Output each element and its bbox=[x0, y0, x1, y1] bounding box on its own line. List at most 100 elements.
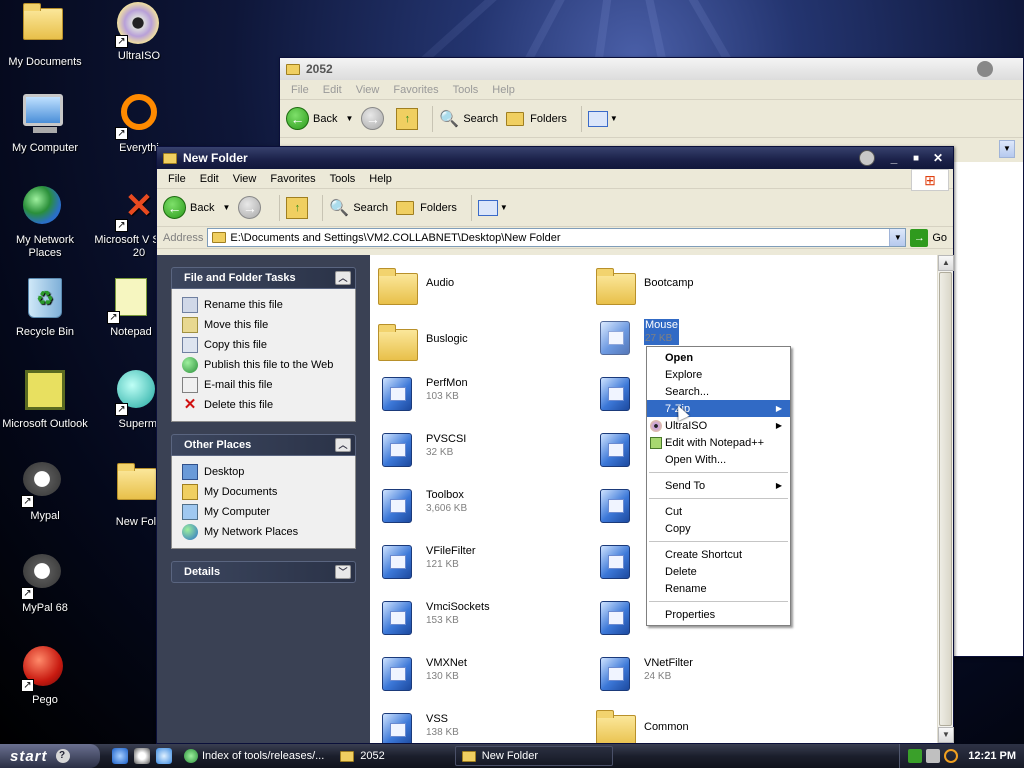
menu-help[interactable]: Help bbox=[362, 173, 399, 185]
browser-quicklaunch-icon[interactable] bbox=[156, 748, 172, 764]
menu-item-ultraiso[interactable]: UltraISO ▶ bbox=[647, 417, 790, 434]
menu-file[interactable]: File bbox=[161, 173, 193, 185]
search-tray-icon[interactable] bbox=[944, 749, 959, 763]
maximize-button[interactable]: ■ bbox=[909, 153, 923, 164]
file-item[interactable]: VMXNet 130 KB bbox=[378, 653, 578, 695]
up-folder-button[interactable]: ↑ bbox=[396, 107, 419, 130]
back-button[interactable]: ← Back ▼ bbox=[163, 196, 230, 219]
menu-favorites[interactable]: Favorites bbox=[386, 84, 445, 96]
menu-edit[interactable]: Edit bbox=[193, 173, 226, 185]
views-button[interactable]: ▼ bbox=[477, 199, 508, 216]
window-titlebar[interactable]: New Folder _ ■ ✕ bbox=[157, 147, 953, 169]
task-move-file[interactable]: Move this file bbox=[182, 315, 347, 335]
up-folder-button[interactable]: ↑ bbox=[286, 196, 309, 219]
back-button[interactable]: ← Back ▼ bbox=[286, 107, 353, 130]
vertical-scrollbar[interactable]: ▲ ▼ bbox=[937, 255, 954, 743]
file-item[interactable]: VSS 138 KB bbox=[378, 709, 578, 743]
menu-item-delete[interactable]: Delete bbox=[647, 563, 790, 580]
file-item[interactable]: Bootcamp bbox=[596, 267, 796, 309]
task-delete-file[interactable]: ✕ Delete this file bbox=[182, 395, 347, 415]
file-item[interactable]: Common bbox=[596, 709, 796, 743]
taskbar-item-active[interactable]: New Folder bbox=[454, 746, 613, 766]
menu-favorites[interactable]: Favorites bbox=[263, 173, 322, 185]
desktop-icon-mypal[interactable]: ↗ Mypal bbox=[0, 462, 90, 523]
menu-item-create-shortcut[interactable]: Create Shortcut bbox=[647, 546, 790, 563]
menu-item-copy[interactable]: Copy bbox=[647, 520, 790, 537]
menu-tools[interactable]: Tools bbox=[323, 173, 363, 185]
search-button[interactable]: 🔍 Search bbox=[329, 198, 388, 218]
menu-item-search[interactable]: Search... bbox=[647, 383, 790, 400]
file-item[interactable]: VFileFilter 121 KB bbox=[378, 541, 578, 583]
expand-chevron-icon[interactable]: ﹀ bbox=[335, 565, 351, 579]
go-button[interactable]: → Go bbox=[910, 228, 947, 247]
desktop-icon-recycle-bin[interactable]: ♻ Recycle Bin bbox=[0, 278, 90, 339]
desktop-icon-pego[interactable]: ↗ Pego bbox=[0, 646, 90, 707]
desktop-icon-my-computer[interactable]: My Computer bbox=[0, 94, 90, 155]
menu-file[interactable]: File bbox=[284, 84, 316, 96]
menu-item-explore[interactable]: Explore bbox=[647, 366, 790, 383]
file-item[interactable]: Buslogic bbox=[378, 323, 578, 365]
menu-item-open[interactable]: Open bbox=[647, 349, 790, 366]
scroll-down-button[interactable]: ▼ bbox=[938, 727, 954, 743]
menu-item-open-with[interactable]: Open With... bbox=[647, 451, 790, 468]
menu-item-send-to[interactable]: Send To ▶ bbox=[647, 477, 790, 494]
panel-header[interactable]: Other Places ︿ bbox=[171, 434, 356, 456]
desktop-icon-my-documents[interactable]: My Documents bbox=[0, 2, 90, 69]
panel-header[interactable]: File and Folder Tasks ︿ bbox=[171, 267, 356, 289]
forward-button[interactable]: → bbox=[361, 107, 388, 130]
task-publish-web[interactable]: Publish this file to the Web bbox=[182, 355, 347, 375]
file-item[interactable]: PVSCSI 32 KB bbox=[378, 429, 578, 471]
desktop-icon-my-network-places[interactable]: My Network Places bbox=[0, 186, 90, 260]
panel-header[interactable]: Details ﹀ bbox=[171, 561, 356, 583]
close-button[interactable]: ✕ bbox=[931, 151, 945, 165]
address-dropdown-button[interactable]: ▼ bbox=[889, 229, 906, 246]
file-item[interactable]: PerfMon 103 KB bbox=[378, 373, 578, 415]
collapse-chevron-icon[interactable]: ︿ bbox=[335, 271, 351, 285]
desktop-icon-microsoft-outlook[interactable]: Microsoft Outlook bbox=[0, 370, 90, 431]
place-my-computer[interactable]: My Computer bbox=[182, 502, 347, 522]
file-item[interactable]: VmciSockets 153 KB bbox=[378, 597, 578, 639]
search-button[interactable]: 🔍 Search bbox=[439, 109, 498, 129]
taskbar-item[interactable]: Index of tools/releases/... bbox=[178, 746, 330, 766]
place-desktop[interactable]: Desktop bbox=[182, 462, 347, 482]
collapse-chevron-icon[interactable]: ︿ bbox=[335, 438, 351, 452]
address-dropdown-button[interactable]: ▼ bbox=[999, 140, 1015, 158]
scroll-thumb[interactable] bbox=[939, 272, 952, 726]
menu-tools[interactable]: Tools bbox=[446, 84, 486, 96]
place-my-network-places[interactable]: My Network Places bbox=[182, 522, 347, 542]
file-item[interactable]: Audio bbox=[378, 267, 578, 309]
menu-edit[interactable]: Edit bbox=[316, 84, 349, 96]
menu-item-cut[interactable]: Cut bbox=[647, 503, 790, 520]
task-copy-file[interactable]: Copy this file bbox=[182, 335, 347, 355]
file-item[interactable]: VNetFilter 24 KB bbox=[596, 653, 796, 695]
start-button[interactable]: start? bbox=[0, 744, 100, 768]
menu-item-7zip[interactable]: 7-Zip ▶ bbox=[647, 400, 790, 417]
ie-icon[interactable] bbox=[112, 748, 128, 764]
minimize-button[interactable]: _ bbox=[887, 151, 901, 165]
menu-help[interactable]: Help bbox=[485, 84, 522, 96]
file-item[interactable]: Toolbox 3,606 KB bbox=[378, 485, 578, 527]
window-menu-icon[interactable] bbox=[977, 61, 993, 77]
menu-view[interactable]: View bbox=[349, 84, 387, 96]
forward-button[interactable]: → bbox=[238, 196, 265, 219]
clock[interactable]: 12:21 PM bbox=[968, 750, 1016, 762]
place-my-documents[interactable]: My Documents bbox=[182, 482, 347, 502]
address-input[interactable]: E:\Documents and Settings\VM2.COLLABNET\… bbox=[207, 228, 907, 247]
taskbar-item[interactable]: 2052 bbox=[334, 746, 390, 766]
scroll-up-button[interactable]: ▲ bbox=[938, 255, 954, 271]
window-menu-icon[interactable] bbox=[859, 150, 875, 166]
network-tray-icon[interactable] bbox=[908, 749, 923, 763]
mypal-quicklaunch-icon[interactable] bbox=[134, 748, 150, 764]
views-button[interactable]: ▼ bbox=[587, 110, 618, 127]
volume-tray-icon[interactable] bbox=[926, 749, 941, 763]
menu-item-properties[interactable]: Properties bbox=[647, 606, 790, 623]
explorer-window-new-folder[interactable]: New Folder _ ■ ✕ File Edit View Favorite… bbox=[156, 146, 954, 744]
menu-item-rename[interactable]: Rename bbox=[647, 580, 790, 597]
desktop-icon-ultraiso[interactable]: ↗ UltraISO bbox=[94, 2, 184, 63]
menu-item-edit-notepadpp[interactable]: Edit with Notepad++ bbox=[647, 434, 790, 451]
task-rename-file[interactable]: Rename this file bbox=[182, 295, 347, 315]
window-titlebar[interactable]: 2052 bbox=[280, 58, 1023, 80]
task-email-file[interactable]: E-mail this file bbox=[182, 375, 347, 395]
menu-view[interactable]: View bbox=[226, 173, 264, 185]
folders-button[interactable]: Folders bbox=[396, 200, 457, 215]
